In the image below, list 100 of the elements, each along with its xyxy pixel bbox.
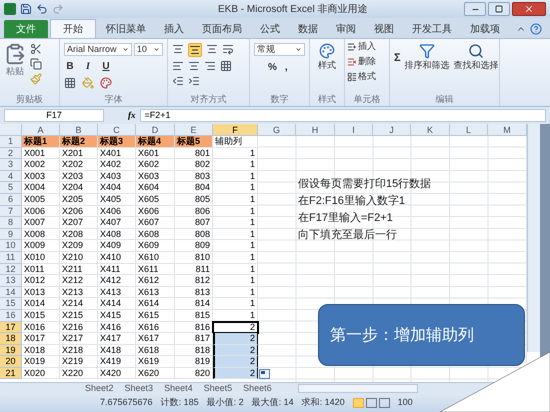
cut-icon[interactable]	[30, 43, 42, 55]
sheet-tab[interactable]: Sheet4	[159, 383, 198, 394]
row-header[interactable]: 16	[0, 310, 22, 322]
page-layout-icon[interactable]	[366, 398, 377, 408]
styles-button[interactable]: 样式	[318, 43, 336, 72]
row-header[interactable]: 7	[0, 206, 22, 218]
sheet-tab[interactable]: Sheet3	[120, 383, 158, 394]
font-size-field[interactable]: 10	[134, 43, 163, 56]
palette-icon[interactable]	[100, 77, 112, 89]
ribbon-tab[interactable]: 视图	[366, 20, 402, 38]
column-header[interactable]: I	[335, 124, 373, 136]
number-format-button[interactable]: ,	[284, 60, 288, 75]
row-header[interactable]: 1	[0, 136, 22, 148]
paste-button[interactable]: 粘贴	[4, 43, 26, 92]
formula-field[interactable]: =F2+1	[140, 109, 546, 122]
autosum-button[interactable]: Σ	[394, 43, 401, 72]
row-header[interactable]: 18	[0, 333, 22, 345]
ribbon-tab[interactable]: 开始	[50, 19, 96, 38]
row-header[interactable]: 11	[0, 252, 22, 264]
name-box[interactable]: F17	[4, 109, 104, 122]
table-cell: 804	[175, 182, 213, 194]
row-header[interactable]: 10	[0, 240, 22, 252]
row-header[interactable]: 15	[0, 298, 22, 310]
row-header[interactable]: 21	[0, 368, 22, 380]
fill-color-icon[interactable]	[82, 77, 94, 89]
ribbon-tab[interactable]: 怀旧菜单	[98, 20, 154, 38]
sort-filter-button[interactable]: 排序和筛选	[404, 43, 450, 72]
sheet-tab[interactable]: Sheet2	[80, 383, 119, 394]
table-cell: X204	[60, 182, 98, 194]
table-cell: 808	[175, 228, 213, 240]
row-header[interactable]: 17	[0, 322, 22, 334]
column-header[interactable]: H	[296, 124, 335, 136]
help-icon[interactable]	[530, 23, 542, 35]
copy-icon[interactable]	[30, 58, 42, 70]
table-cell: X020	[22, 368, 60, 380]
font-style-button[interactable]: B	[64, 59, 76, 74]
column-header[interactable]: L	[450, 124, 488, 136]
font-style-button[interactable]: U	[100, 59, 112, 74]
ribbon-tab[interactable]: 开发工具	[404, 20, 460, 38]
row-header[interactable]: 9	[0, 228, 22, 240]
align-right-icon[interactable]	[204, 60, 216, 72]
status-text: 7.675675676	[100, 396, 153, 410]
row-header[interactable]: 20	[0, 356, 22, 368]
row-header[interactable]: 3	[0, 159, 22, 171]
find-select-button[interactable]: 查找和选择	[454, 43, 499, 72]
horizontal-scrollbar[interactable]	[298, 384, 418, 393]
table-cell: 1	[213, 228, 258, 240]
align-middle-button[interactable]	[188, 43, 202, 57]
row-header[interactable]: 19	[0, 344, 22, 356]
save-icon[interactable]	[20, 3, 32, 15]
group-label: 样式	[318, 92, 336, 106]
column-header[interactable]: G	[258, 124, 296, 136]
close-button[interactable]	[512, 2, 546, 16]
font-name-field[interactable]: Arial Narrow	[64, 43, 132, 56]
status-text: 计数: 185	[160, 396, 199, 410]
wrap-text-icon[interactable]	[222, 43, 234, 55]
ribbon-tab[interactable]: 文件	[4, 20, 48, 38]
ribbon-tab[interactable]: 数据	[290, 20, 326, 38]
ribbon-tab[interactable]: 插入	[156, 20, 192, 38]
borders-icon[interactable]	[64, 77, 76, 89]
cells-button[interactable]: 删除	[347, 55, 387, 69]
undo-icon[interactable]	[36, 3, 48, 15]
ribbon-tab[interactable]: 公式	[252, 20, 288, 38]
vertical-scrollbar[interactable]	[527, 124, 540, 352]
number-format-button[interactable]: %	[268, 60, 277, 75]
column-header[interactable]: J	[373, 124, 411, 136]
table-cell: X616	[136, 322, 175, 334]
table-cell: X219	[60, 356, 98, 368]
row-header[interactable]: 13	[0, 275, 22, 287]
increase-indent-icon[interactable]	[188, 75, 200, 87]
row-header[interactable]: 4	[0, 170, 22, 182]
align-left-icon[interactable]	[172, 60, 184, 72]
ribbon-tab[interactable]: 审阅	[328, 20, 364, 38]
font-style-button[interactable]: I	[82, 59, 94, 74]
table-cell: 1	[213, 182, 258, 194]
cells-button[interactable]: 格式	[347, 70, 387, 84]
ribbon-tab[interactable]: 加载项	[462, 20, 508, 38]
row-header[interactable]: 12	[0, 264, 22, 276]
note-text: 在F2:F16里输入数字1	[298, 194, 406, 209]
auto-fill-options-icon[interactable]	[259, 369, 270, 379]
decrease-indent-icon[interactable]	[172, 75, 184, 87]
sheet-tab[interactable]: Sheet6	[238, 383, 277, 394]
column-header[interactable]: K	[411, 124, 450, 136]
function-label[interactable]: fx	[128, 108, 136, 122]
table-cell: X401	[98, 148, 136, 160]
number-format-field[interactable]: 常规	[254, 43, 305, 56]
row-header[interactable]: 5	[0, 182, 22, 194]
ribbon-tab[interactable]: 页面布局	[194, 20, 250, 38]
zoom-level[interactable]: 100	[398, 396, 413, 410]
page-break-icon[interactable]	[378, 398, 390, 408]
align-center-icon[interactable]	[188, 60, 200, 72]
row-header[interactable]: 2	[0, 148, 22, 160]
row-header[interactable]: 14	[0, 286, 22, 298]
row-header[interactable]: 8	[0, 217, 22, 229]
table-cell: 812	[175, 275, 213, 287]
cells-button[interactable]: 插入	[347, 40, 387, 54]
column-header[interactable]: F	[213, 124, 258, 136]
row-header[interactable]: 6	[0, 194, 22, 206]
maximize-button[interactable]	[488, 2, 510, 16]
sheet-tab[interactable]: Sheet5	[198, 383, 238, 394]
